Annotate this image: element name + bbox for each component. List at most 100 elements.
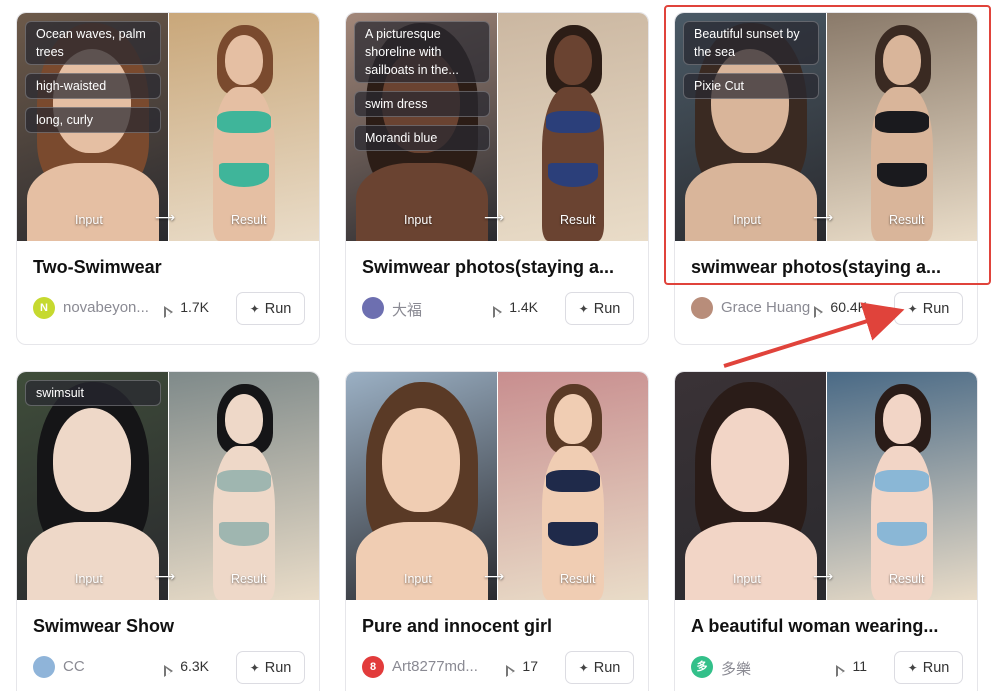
- prompt-tag: high-waisted: [25, 73, 161, 99]
- input-label: Input: [404, 572, 432, 586]
- result-portrait: [827, 372, 977, 600]
- run-button[interactable]: ✦ Run: [236, 651, 305, 684]
- result-portrait: [169, 372, 319, 600]
- card-meta: Nnovabeyon... 1.7K ✦ Run: [33, 292, 305, 325]
- card-meta: 8 Art8277md... 17 ✦ Run: [362, 651, 634, 684]
- run-count: 17: [506, 658, 538, 677]
- input-image: [17, 372, 168, 600]
- template-card[interactable]: Ocean waves, palm trees high-waisted long,…: [16, 12, 320, 345]
- run-count: 6.3K: [164, 658, 209, 677]
- run-count: 11: [836, 658, 867, 677]
- result-label: Result: [889, 213, 925, 227]
- card-title[interactable]: Swimwear photos(staying a...: [362, 257, 634, 278]
- magic-wand-icon: ✦: [249, 301, 260, 316]
- comparison-divider: [826, 13, 827, 241]
- comparison-thumbnail[interactable]: Input ⟶ Result: [346, 372, 648, 600]
- result-portrait: [169, 13, 319, 241]
- run-button-label: Run: [922, 300, 950, 317]
- run-button-label: Run: [264, 300, 292, 317]
- author-name[interactable]: CC: [63, 658, 163, 675]
- card-meta: 多多樂 11 ✦ Run: [691, 651, 963, 684]
- arrow-right-icon: ⟶: [484, 568, 505, 584]
- card-meta: CC 6.3K ✦ Run: [33, 651, 305, 684]
- input-portrait: [346, 372, 497, 600]
- run-count-value: 60.4K: [830, 299, 867, 315]
- magic-wand-icon: ✦: [578, 660, 589, 675]
- input-label: Input: [75, 572, 103, 586]
- comparison-divider: [168, 372, 169, 600]
- prompt-tag: swimsuit: [25, 380, 161, 406]
- author-name[interactable]: 大福: [392, 299, 492, 320]
- run-count-value: 1.4K: [509, 299, 538, 315]
- run-count-value: 1.7K: [180, 299, 209, 315]
- result-image: [498, 372, 648, 600]
- card-title[interactable]: A beautiful woman wearing...: [691, 616, 963, 637]
- card-meta: Grace Huang 60.4K ✦ Run: [691, 292, 963, 325]
- run-button[interactable]: ✦ Run: [894, 292, 963, 325]
- comparison-thumbnail[interactable]: Beautiful sunset by the sea Pixie Cut Inpu…: [675, 13, 977, 241]
- run-button[interactable]: ✦ Run: [565, 292, 634, 325]
- result-image: [827, 372, 977, 600]
- arrow-right-icon: ⟶: [155, 568, 176, 584]
- magic-wand-icon: ✦: [578, 301, 589, 316]
- card-title[interactable]: Pure and innocent girl: [362, 616, 634, 637]
- result-label: Result: [231, 213, 267, 227]
- author-avatar[interactable]: [362, 297, 384, 319]
- comparison-divider: [497, 372, 498, 600]
- template-card[interactable]: Input ⟶ Result Pure and innocent girl 8 Art82…: [345, 371, 649, 691]
- run-button[interactable]: ✦ Run: [894, 651, 963, 684]
- result-image: [827, 13, 977, 241]
- comparison-thumbnail[interactable]: Input ⟶ Result: [675, 372, 977, 600]
- run-button-label: Run: [593, 300, 621, 317]
- input-label: Input: [733, 572, 761, 586]
- author-name[interactable]: Grace Huang: [721, 299, 821, 316]
- run-count: 1.4K: [493, 299, 538, 318]
- result-label: Result: [889, 572, 925, 586]
- template-card[interactable]: swimsuit Input ⟶ Result Swimwear Show CC 6.3K ✦…: [16, 371, 320, 691]
- run-count-value: 17: [522, 658, 538, 674]
- comparison-divider: [168, 13, 169, 241]
- author-avatar[interactable]: 8: [362, 656, 384, 678]
- prompt-tag: Beautiful sunset by the sea: [683, 21, 819, 65]
- template-card[interactable]: Input ⟶ Result A beautiful woman wearing...…: [674, 371, 978, 691]
- card-title[interactable]: Swimwear Show: [33, 616, 305, 637]
- card-title[interactable]: Two-Swimwear: [33, 257, 305, 278]
- template-card[interactable]: A picturesque shoreline with sailboats i…: [345, 12, 649, 345]
- run-count: 60.4K: [814, 299, 867, 318]
- author-name[interactable]: 多樂: [721, 658, 821, 679]
- comparison-thumbnail[interactable]: Ocean waves, palm trees high-waisted long,…: [17, 13, 319, 241]
- input-portrait: [17, 372, 168, 600]
- prompt-tag: Pixie Cut: [683, 73, 819, 99]
- comparison-divider: [497, 13, 498, 241]
- prompt-tag: Morandi blue: [354, 125, 490, 151]
- author-avatar[interactable]: [33, 656, 55, 678]
- card-meta: 大福 1.4K ✦ Run: [362, 292, 634, 325]
- run-button[interactable]: ✦ Run: [236, 292, 305, 325]
- arrow-right-icon: ⟶: [813, 209, 834, 225]
- run-button[interactable]: ✦ Run: [565, 651, 634, 684]
- prompt-tag: Ocean waves, palm trees: [25, 21, 161, 65]
- run-button-label: Run: [264, 659, 292, 676]
- comparison-divider: [826, 372, 827, 600]
- comparison-thumbnail[interactable]: swimsuit Input ⟶ Result: [17, 372, 319, 600]
- run-count-value: 6.3K: [180, 658, 209, 674]
- author-avatar[interactable]: 多: [691, 656, 713, 678]
- arrow-right-icon: ⟶: [155, 209, 176, 225]
- author-avatar[interactable]: N: [33, 297, 55, 319]
- result-label: Result: [560, 213, 596, 227]
- author-avatar[interactable]: [691, 297, 713, 319]
- result-portrait: [498, 13, 648, 241]
- prompt-tag: swim dress: [354, 91, 490, 117]
- comparison-thumbnail[interactable]: A picturesque shoreline with sailboats i…: [346, 13, 648, 241]
- author-name[interactable]: novabeyon...: [63, 299, 163, 316]
- result-label: Result: [560, 572, 596, 586]
- card-title[interactable]: swimwear photos(staying a...: [691, 257, 963, 278]
- input-label: Input: [404, 213, 432, 227]
- magic-wand-icon: ✦: [907, 301, 918, 316]
- input-image: [346, 372, 497, 600]
- result-image: [169, 13, 319, 241]
- author-name[interactable]: Art8277md...: [392, 658, 492, 675]
- template-card[interactable]: Beautiful sunset by the sea Pixie Cut Inpu…: [674, 12, 978, 345]
- magic-wand-icon: ✦: [907, 660, 918, 675]
- result-label: Result: [231, 572, 267, 586]
